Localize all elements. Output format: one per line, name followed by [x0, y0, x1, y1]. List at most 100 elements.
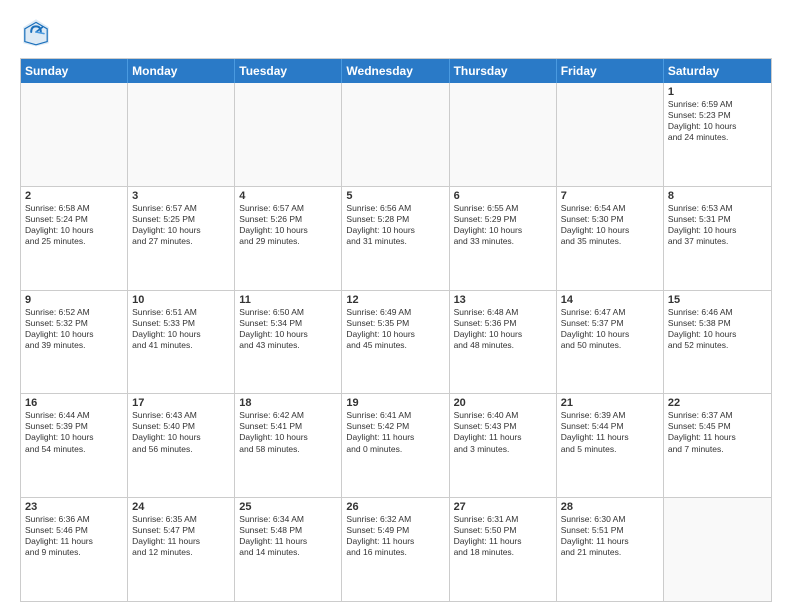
day-cell-25: 25Sunrise: 6:34 AM Sunset: 5:48 PM Dayli…	[235, 498, 342, 601]
day-number: 10	[132, 294, 230, 306]
day-cell-19: 19Sunrise: 6:41 AM Sunset: 5:42 PM Dayli…	[342, 394, 449, 497]
day-number: 25	[239, 501, 337, 513]
empty-cell	[235, 83, 342, 186]
calendar-row-2: 2Sunrise: 6:58 AM Sunset: 5:24 PM Daylig…	[21, 187, 771, 291]
day-info: Sunrise: 6:36 AM Sunset: 5:46 PM Dayligh…	[25, 514, 123, 558]
day-number: 5	[346, 190, 444, 202]
day-number: 19	[346, 397, 444, 409]
day-cell-20: 20Sunrise: 6:40 AM Sunset: 5:43 PM Dayli…	[450, 394, 557, 497]
day-info: Sunrise: 6:47 AM Sunset: 5:37 PM Dayligh…	[561, 307, 659, 351]
calendar-row-3: 9Sunrise: 6:52 AM Sunset: 5:32 PM Daylig…	[21, 291, 771, 395]
day-info: Sunrise: 6:48 AM Sunset: 5:36 PM Dayligh…	[454, 307, 552, 351]
day-number: 7	[561, 190, 659, 202]
empty-cell	[342, 83, 449, 186]
day-cell-24: 24Sunrise: 6:35 AM Sunset: 5:47 PM Dayli…	[128, 498, 235, 601]
day-info: Sunrise: 6:32 AM Sunset: 5:49 PM Dayligh…	[346, 514, 444, 558]
logo-icon	[20, 16, 52, 48]
day-number: 12	[346, 294, 444, 306]
day-number: 18	[239, 397, 337, 409]
day-info: Sunrise: 6:43 AM Sunset: 5:40 PM Dayligh…	[132, 410, 230, 454]
calendar-row-1: 1Sunrise: 6:59 AM Sunset: 5:23 PM Daylig…	[21, 83, 771, 187]
day-info: Sunrise: 6:34 AM Sunset: 5:48 PM Dayligh…	[239, 514, 337, 558]
day-number: 3	[132, 190, 230, 202]
day-cell-5: 5Sunrise: 6:56 AM Sunset: 5:28 PM Daylig…	[342, 187, 449, 290]
day-info: Sunrise: 6:54 AM Sunset: 5:30 PM Dayligh…	[561, 203, 659, 247]
day-number: 2	[25, 190, 123, 202]
day-number: 16	[25, 397, 123, 409]
day-cell-2: 2Sunrise: 6:58 AM Sunset: 5:24 PM Daylig…	[21, 187, 128, 290]
day-cell-17: 17Sunrise: 6:43 AM Sunset: 5:40 PM Dayli…	[128, 394, 235, 497]
day-number: 8	[668, 190, 767, 202]
day-info: Sunrise: 6:49 AM Sunset: 5:35 PM Dayligh…	[346, 307, 444, 351]
weekday-header-sunday: Sunday	[21, 59, 128, 83]
empty-cell	[664, 498, 771, 601]
day-cell-12: 12Sunrise: 6:49 AM Sunset: 5:35 PM Dayli…	[342, 291, 449, 394]
day-cell-26: 26Sunrise: 6:32 AM Sunset: 5:49 PM Dayli…	[342, 498, 449, 601]
day-cell-18: 18Sunrise: 6:42 AM Sunset: 5:41 PM Dayli…	[235, 394, 342, 497]
empty-cell	[450, 83, 557, 186]
day-number: 6	[454, 190, 552, 202]
weekday-header-thursday: Thursday	[450, 59, 557, 83]
calendar-row-5: 23Sunrise: 6:36 AM Sunset: 5:46 PM Dayli…	[21, 498, 771, 601]
day-info: Sunrise: 6:42 AM Sunset: 5:41 PM Dayligh…	[239, 410, 337, 454]
calendar-header: SundayMondayTuesdayWednesdayThursdayFrid…	[21, 59, 771, 83]
day-info: Sunrise: 6:31 AM Sunset: 5:50 PM Dayligh…	[454, 514, 552, 558]
weekday-header-monday: Monday	[128, 59, 235, 83]
day-info: Sunrise: 6:53 AM Sunset: 5:31 PM Dayligh…	[668, 203, 767, 247]
day-number: 4	[239, 190, 337, 202]
day-number: 24	[132, 501, 230, 513]
day-cell-11: 11Sunrise: 6:50 AM Sunset: 5:34 PM Dayli…	[235, 291, 342, 394]
weekday-header-friday: Friday	[557, 59, 664, 83]
day-info: Sunrise: 6:37 AM Sunset: 5:45 PM Dayligh…	[668, 410, 767, 454]
day-number: 26	[346, 501, 444, 513]
day-number: 9	[25, 294, 123, 306]
day-number: 15	[668, 294, 767, 306]
day-cell-21: 21Sunrise: 6:39 AM Sunset: 5:44 PM Dayli…	[557, 394, 664, 497]
day-info: Sunrise: 6:41 AM Sunset: 5:42 PM Dayligh…	[346, 410, 444, 454]
day-cell-10: 10Sunrise: 6:51 AM Sunset: 5:33 PM Dayli…	[128, 291, 235, 394]
day-cell-27: 27Sunrise: 6:31 AM Sunset: 5:50 PM Dayli…	[450, 498, 557, 601]
day-number: 13	[454, 294, 552, 306]
page: SundayMondayTuesdayWednesdayThursdayFrid…	[0, 0, 792, 612]
day-cell-7: 7Sunrise: 6:54 AM Sunset: 5:30 PM Daylig…	[557, 187, 664, 290]
day-info: Sunrise: 6:51 AM Sunset: 5:33 PM Dayligh…	[132, 307, 230, 351]
day-info: Sunrise: 6:30 AM Sunset: 5:51 PM Dayligh…	[561, 514, 659, 558]
empty-cell	[128, 83, 235, 186]
day-number: 22	[668, 397, 767, 409]
day-info: Sunrise: 6:52 AM Sunset: 5:32 PM Dayligh…	[25, 307, 123, 351]
day-info: Sunrise: 6:46 AM Sunset: 5:38 PM Dayligh…	[668, 307, 767, 351]
day-number: 27	[454, 501, 552, 513]
day-info: Sunrise: 6:44 AM Sunset: 5:39 PM Dayligh…	[25, 410, 123, 454]
header	[20, 16, 772, 48]
day-cell-6: 6Sunrise: 6:55 AM Sunset: 5:29 PM Daylig…	[450, 187, 557, 290]
day-number: 20	[454, 397, 552, 409]
day-number: 11	[239, 294, 337, 306]
day-info: Sunrise: 6:57 AM Sunset: 5:26 PM Dayligh…	[239, 203, 337, 247]
day-number: 23	[25, 501, 123, 513]
day-cell-22: 22Sunrise: 6:37 AM Sunset: 5:45 PM Dayli…	[664, 394, 771, 497]
empty-cell	[557, 83, 664, 186]
empty-cell	[21, 83, 128, 186]
day-cell-23: 23Sunrise: 6:36 AM Sunset: 5:46 PM Dayli…	[21, 498, 128, 601]
day-info: Sunrise: 6:56 AM Sunset: 5:28 PM Dayligh…	[346, 203, 444, 247]
day-number: 28	[561, 501, 659, 513]
day-number: 17	[132, 397, 230, 409]
calendar: SundayMondayTuesdayWednesdayThursdayFrid…	[20, 58, 772, 602]
day-cell-9: 9Sunrise: 6:52 AM Sunset: 5:32 PM Daylig…	[21, 291, 128, 394]
day-info: Sunrise: 6:35 AM Sunset: 5:47 PM Dayligh…	[132, 514, 230, 558]
day-info: Sunrise: 6:55 AM Sunset: 5:29 PM Dayligh…	[454, 203, 552, 247]
day-cell-1: 1Sunrise: 6:59 AM Sunset: 5:23 PM Daylig…	[664, 83, 771, 186]
day-cell-16: 16Sunrise: 6:44 AM Sunset: 5:39 PM Dayli…	[21, 394, 128, 497]
day-cell-3: 3Sunrise: 6:57 AM Sunset: 5:25 PM Daylig…	[128, 187, 235, 290]
day-info: Sunrise: 6:39 AM Sunset: 5:44 PM Dayligh…	[561, 410, 659, 454]
day-cell-28: 28Sunrise: 6:30 AM Sunset: 5:51 PM Dayli…	[557, 498, 664, 601]
day-cell-13: 13Sunrise: 6:48 AM Sunset: 5:36 PM Dayli…	[450, 291, 557, 394]
day-number: 14	[561, 294, 659, 306]
weekday-header-wednesday: Wednesday	[342, 59, 449, 83]
day-cell-8: 8Sunrise: 6:53 AM Sunset: 5:31 PM Daylig…	[664, 187, 771, 290]
day-info: Sunrise: 6:50 AM Sunset: 5:34 PM Dayligh…	[239, 307, 337, 351]
calendar-row-4: 16Sunrise: 6:44 AM Sunset: 5:39 PM Dayli…	[21, 394, 771, 498]
calendar-body: 1Sunrise: 6:59 AM Sunset: 5:23 PM Daylig…	[21, 83, 771, 601]
day-number: 21	[561, 397, 659, 409]
weekday-header-tuesday: Tuesday	[235, 59, 342, 83]
